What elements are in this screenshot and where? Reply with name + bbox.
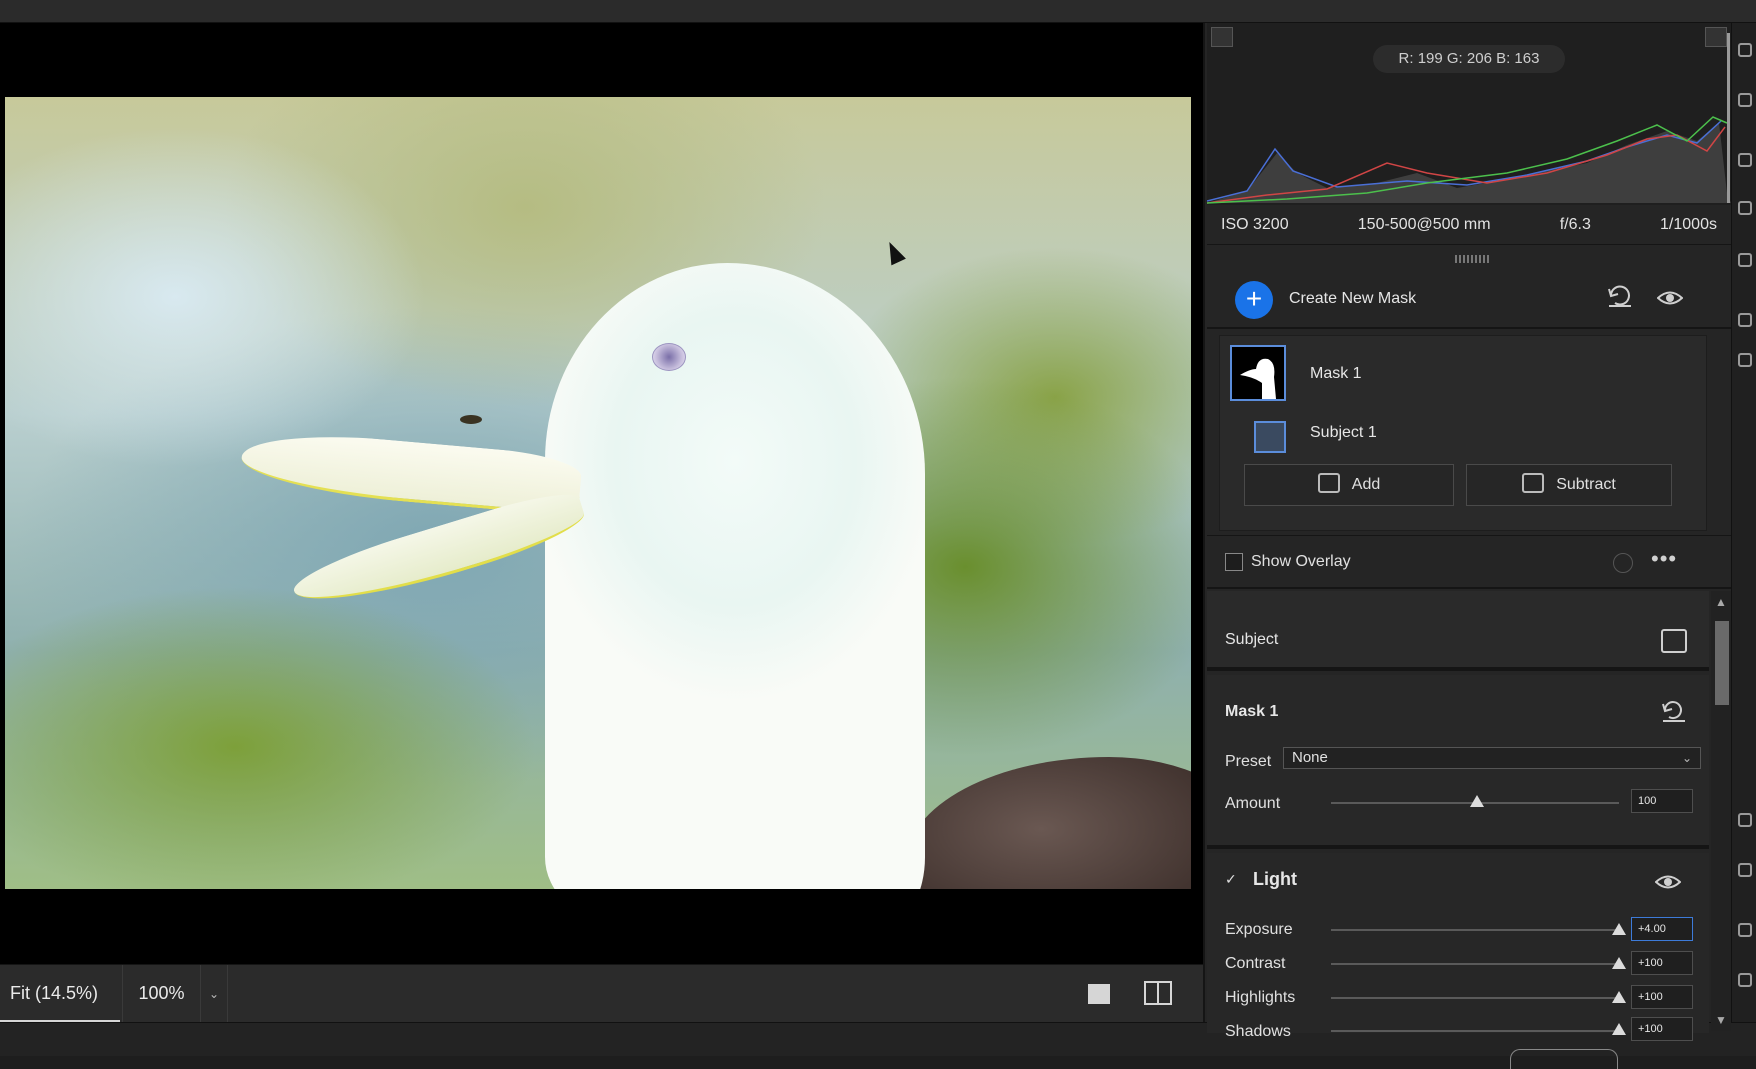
create-mask-header: + Create New Mask [1207,269,1731,329]
subject-1-name[interactable]: Subject 1 [1310,424,1377,442]
reset-mask-settings-icon[interactable] [1661,701,1687,723]
exif-lens: 150-500@500 mm [1357,215,1491,233]
healing-icon[interactable] [1738,153,1752,167]
zoom-dropdown-chevron-icon[interactable]: ⌄ [200,965,228,1023]
highlights-slider-thumb[interactable] [1612,991,1626,1003]
add-mask-button[interactable]: Add [1244,464,1454,506]
subtract-mask-button[interactable]: Subtract [1466,464,1672,506]
contrast-label: Contrast [1225,955,1286,972]
zoom-icon[interactable] [1738,813,1752,827]
mask-settings-section: Mask 1 Preset None ⌄ Amount 100 [1207,675,1709,849]
grid-icon[interactable] [1738,973,1752,987]
exif-info-bar: ISO 3200 150-500@500 mm f/6.3 1/1000s [1207,205,1731,245]
amount-value-field[interactable]: 100 [1631,789,1693,813]
preset-dropdown[interactable]: None ⌄ [1283,747,1701,769]
single-view-icon[interactable] [1088,984,1110,1004]
invert-mask-icon[interactable] [1661,629,1687,653]
mask-1-thumbnail[interactable] [1230,345,1286,401]
reset-masks-icon[interactable] [1607,285,1633,309]
light-section: ✓ Light Exposure +4.00 Contrast +100 Hig… [1207,853,1709,1041]
before-after-view-icon[interactable] [1144,981,1172,1005]
create-new-mask-button[interactable]: + [1235,281,1273,319]
contrast-slider-track[interactable] [1331,963,1619,965]
edit-sliders-icon[interactable] [1738,43,1752,57]
add-icon [1317,472,1340,493]
contrast-slider-thumb[interactable] [1612,957,1626,969]
mask-list: Mask 1 Subject 1 Add Subtract [1219,335,1707,531]
duck-wing [905,757,1191,889]
exif-shutter: 1/1000s [1660,215,1717,233]
highlight-clipping-toggle-icon[interactable] [1705,27,1727,47]
exposure-label: Exposure [1225,921,1293,938]
scrollbar-thumb[interactable] [1715,621,1729,705]
shadow-clipping-toggle-icon[interactable] [1211,27,1233,47]
highlights-slider-track[interactable] [1331,997,1619,999]
mask-settings-title: Mask 1 [1225,703,1279,720]
exposure-slider-thumb[interactable] [1612,923,1626,935]
shadows-slider-thumb[interactable] [1612,1023,1626,1035]
preset-label: Preset [1225,753,1272,770]
masking-icon[interactable] [1738,201,1752,215]
more-options-icon[interactable]: ••• [1651,546,1677,572]
add-label: Add [1351,476,1381,493]
amount-slider-thumb[interactable] [1470,795,1484,807]
footer-pill-button[interactable] [1510,1049,1618,1069]
collapse-chevron-icon[interactable]: ✓ [1225,871,1237,888]
photo-preview[interactable] [5,97,1191,889]
exposure-value-field[interactable]: +4.00 [1631,917,1693,941]
duck-eye [652,343,686,371]
shadows-value-field[interactable]: +100 [1631,1017,1693,1041]
show-overlay-label[interactable]: Show Overlay [1251,553,1351,571]
subtract-icon [1522,472,1545,493]
scroll-down-icon[interactable]: ▼ [1715,1013,1727,1027]
exif-aperture: f/6.3 [1559,215,1591,233]
zoom-fit-button[interactable]: Fit (14.5%) [0,965,120,1023]
eye-icon[interactable] [1655,871,1681,893]
highlights-label: Highlights [1225,989,1296,1006]
presets-icon[interactable] [1738,313,1752,327]
right-panel: R: 199 G: 206 B: 163 ISO 3200 150-500@50… [1203,23,1731,1041]
tool-rail [1731,23,1756,1022]
histogram: R: 199 G: 206 B: 163 [1207,23,1731,205]
subject-section: Subject [1207,591,1709,671]
overlay-color-icon[interactable] [1613,553,1633,573]
preset-value: None [1292,749,1328,766]
exif-iso: ISO 3200 [1221,215,1289,233]
shadows-slider-track[interactable] [1331,1030,1619,1032]
subject-label: Subject [1225,631,1279,648]
crop-icon[interactable] [1738,93,1752,107]
show-overlay-checkbox[interactable] [1225,553,1243,571]
zoom-100-button[interactable]: 100% [122,965,200,1023]
light-title[interactable]: Light [1253,869,1297,890]
subtract-label: Subtract [1556,476,1616,493]
contrast-value-field[interactable]: +100 [1631,951,1693,975]
duck-silhouette-icon [1240,358,1276,399]
panel-scrollbar[interactable]: ▲ ▼ [1711,591,1731,1031]
duck-head [545,263,925,889]
subject-person-icon[interactable] [1254,421,1286,453]
hand-icon[interactable] [1738,863,1752,877]
show-overlay-row: Show Overlay ••• [1207,535,1731,589]
chevron-down-icon: ⌄ [1681,751,1692,765]
top-title-bar [0,0,1756,23]
panel-drag-handle[interactable] [1455,255,1489,263]
shadows-label: Shadows [1225,1023,1291,1040]
highlights-value-field[interactable]: +100 [1631,985,1693,1009]
create-new-mask-label[interactable]: Create New Mask [1289,290,1416,308]
amount-label: Amount [1225,795,1281,812]
mask-1-name[interactable]: Mask 1 [1310,365,1362,383]
red-eye-icon[interactable] [1738,253,1752,267]
zoom-bar: Fit (14.5%) 100% ⌄ [0,964,1203,1023]
eye-icon[interactable] [1657,287,1683,309]
sampler-icon[interactable] [1738,923,1752,937]
scroll-up-icon[interactable]: ▲ [1715,595,1727,609]
rgb-readout: R: 199 G: 206 B: 163 [1373,45,1565,73]
snapshots-icon[interactable] [1738,353,1752,367]
exposure-slider-track[interactable] [1331,929,1619,931]
duck-nostril [460,415,482,424]
image-canvas[interactable] [0,23,1203,964]
